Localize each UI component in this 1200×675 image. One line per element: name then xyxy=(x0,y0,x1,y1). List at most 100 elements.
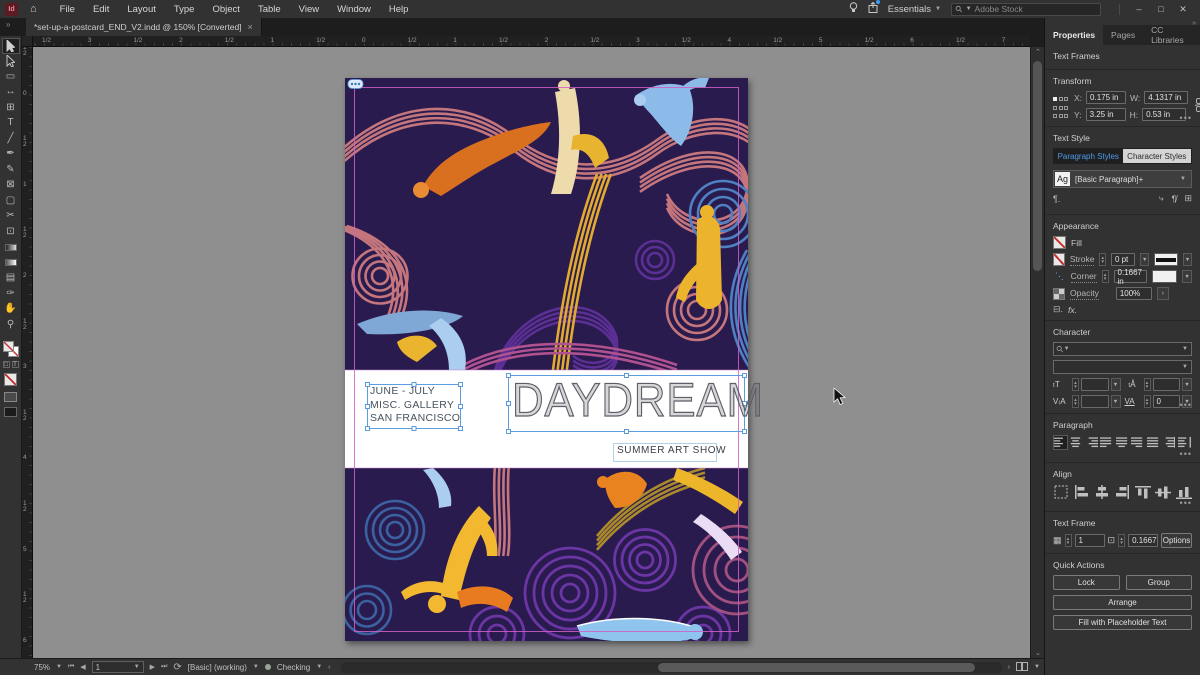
discover-lightbulb-icon[interactable] xyxy=(849,2,858,16)
content-collector-tool[interactable]: ⊞ xyxy=(2,100,20,116)
group-button[interactable]: Group xyxy=(1125,575,1192,590)
share-icon[interactable] xyxy=(868,0,880,16)
lock-button[interactable]: Lock xyxy=(1053,575,1120,590)
scissors-tool[interactable]: ✂ xyxy=(2,209,20,225)
panel-collapse-icon[interactable]: » xyxy=(1192,20,1196,27)
font-family-dropdown[interactable]: ⚲ ▼ ▼ xyxy=(1053,342,1192,356)
summer-art-show-text-frame[interactable]: SUMMER ART SHOW xyxy=(617,445,726,456)
tab-overflow-icon[interactable]: » xyxy=(6,20,10,29)
minimize-button[interactable]: – xyxy=(1128,4,1150,15)
align-right-icon[interactable] xyxy=(1084,435,1099,450)
character-more-icon[interactable]: ••• xyxy=(1180,400,1192,410)
arrange-button[interactable]: Arrange xyxy=(1053,595,1192,610)
close-button[interactable]: ✕ xyxy=(1172,4,1194,15)
formatting-container-icon[interactable]: □ xyxy=(2,360,10,368)
gradient-feather-tool[interactable] xyxy=(2,255,20,271)
kerning-stepper[interactable]: ▲ ▼ xyxy=(1072,395,1079,408)
rectangle-tool[interactable]: ▢ xyxy=(2,193,20,209)
hscroll-right-icon[interactable]: › xyxy=(1008,664,1010,671)
opacity-input[interactable]: 100% xyxy=(1115,287,1152,300)
canvas-horizontal-scrollbar[interactable] xyxy=(340,661,1002,673)
preflight-status[interactable]: Checking xyxy=(277,663,310,672)
justify-last-left-icon[interactable] xyxy=(1100,435,1115,450)
gradient-swatch-tool[interactable] xyxy=(2,240,20,256)
pen-tool[interactable]: ✒ xyxy=(2,147,20,163)
panel-tab-cc-libraries[interactable]: CC Libraries xyxy=(1143,25,1200,45)
free-transform-tool[interactable]: ⊡ xyxy=(2,224,20,240)
scroll-up-icon[interactable]: ⌃ xyxy=(1031,48,1045,56)
leading-dropdown-icon[interactable]: ▼ xyxy=(1182,378,1192,391)
transform-more-icon[interactable]: ••• xyxy=(1180,113,1192,123)
prev-page-icon[interactable]: ◀ xyxy=(80,663,85,671)
first-page-icon[interactable]: ⏮ xyxy=(68,663,74,671)
font-style-dropdown[interactable]: ▼ xyxy=(1053,360,1192,374)
stroke-style-dropdown-icon[interactable]: ▼ xyxy=(1182,253,1193,266)
stroke-weight-input[interactable]: 0 pt xyxy=(1110,253,1136,266)
opacity-expand-icon[interactable]: › xyxy=(1156,287,1169,300)
fill-stroke-swatches[interactable] xyxy=(2,340,19,357)
fill-with-placeholder-text-button[interactable]: Fill with Placeholder Text xyxy=(1053,615,1192,630)
menu-table[interactable]: Table xyxy=(249,2,290,17)
align-left-icon[interactable] xyxy=(1053,435,1068,450)
menu-layout[interactable]: Layout xyxy=(118,2,165,17)
canvas-vertical-scrollbar[interactable]: ⌃ ⌄ xyxy=(1030,47,1044,658)
gutter-input[interactable]: 0.1667 xyxy=(1128,534,1159,547)
preview-mode-icon[interactable] xyxy=(4,406,17,417)
opacity-label[interactable]: Opacity xyxy=(1070,288,1099,300)
workspace-switcher[interactable]: Essentials ▼ xyxy=(888,4,941,15)
paragraph-more-icon[interactable]: ••• xyxy=(1180,449,1192,459)
tracking-stepper[interactable]: ▲ ▼ xyxy=(1143,395,1151,408)
tab-close-icon[interactable]: × xyxy=(248,22,253,32)
align-horizontal-centers-icon[interactable] xyxy=(1094,484,1110,499)
stroke-weight-dropdown-icon[interactable]: ▼ xyxy=(1140,253,1150,266)
tracking-input[interactable]: 0 xyxy=(1152,395,1180,408)
menu-type[interactable]: Type xyxy=(165,2,204,17)
menu-view[interactable]: View xyxy=(290,2,328,17)
redefine-style-icon[interactable]: ⤷ xyxy=(1159,193,1164,204)
screen-mode-icon[interactable] xyxy=(4,391,17,402)
align-to-selection-icon[interactable] xyxy=(1053,484,1069,499)
stroke-style-preview[interactable] xyxy=(1154,253,1178,266)
next-page-icon[interactable]: ▶ xyxy=(150,663,155,671)
kerning-input[interactable] xyxy=(1081,395,1109,408)
daydream-title-text-frame[interactable]: DAYDREAM xyxy=(511,372,764,427)
apply-none-swatch[interactable] xyxy=(4,372,17,386)
justify-last-center-icon[interactable] xyxy=(1115,435,1130,450)
reference-point-grid[interactable] xyxy=(1053,97,1068,121)
preflight-dropdown-icon[interactable]: ▼ xyxy=(253,664,259,670)
page-tool[interactable]: ▭ xyxy=(2,69,20,85)
hscroll-left-icon[interactable]: ‹ xyxy=(328,664,330,671)
document-tab[interactable]: *set-up-a-postcard_END_V2.indd @ 150% [C… xyxy=(26,18,262,36)
font-size-dropdown-icon[interactable]: ▼ xyxy=(1110,378,1121,391)
align-top-edges-icon[interactable] xyxy=(1134,484,1151,499)
eyedropper-tool[interactable]: ✑ xyxy=(2,286,20,302)
zoom-dropdown-icon[interactable]: ▼ xyxy=(56,664,62,670)
corner-input[interactable]: 0.1667 in xyxy=(1113,268,1147,286)
preflight-icon[interactable]: ⟳ xyxy=(173,662,181,673)
selection-tool[interactable] xyxy=(1,38,20,54)
horizontal-ruler[interactable]: 1/2 3 1/2 2 1/2 1 1/2 0 1/2 1 1/2 2 1/2 3 1/2 4 1/2 5 1/2 6… xyxy=(33,36,1030,47)
align-away-spine-icon[interactable] xyxy=(1177,435,1192,450)
formatting-text-icon[interactable]: T xyxy=(11,360,19,368)
constrain-proportions-icon[interactable] xyxy=(1194,98,1200,114)
paragraph-style-dropdown[interactable]: Ag [Basic Paragraph]+ ▼ xyxy=(1053,170,1192,188)
align-toward-spine-icon[interactable] xyxy=(1162,435,1177,450)
page-number-field[interactable]: 1 ▼ xyxy=(91,661,144,673)
leading-stepper[interactable]: ▲ ▼ xyxy=(1143,378,1151,391)
font-size-input[interactable] xyxy=(1081,378,1109,391)
w-input[interactable]: 4.1317 in xyxy=(1144,91,1189,104)
line-tool[interactable]: ╱ xyxy=(2,131,20,147)
columns-input[interactable]: 1 xyxy=(1074,534,1105,547)
document-canvas[interactable]: JUNE - JULY MISC. GALLERY SAN FRANCISCO DA… xyxy=(33,47,1030,658)
corner-label[interactable]: Corner xyxy=(1070,271,1097,283)
event-info-text-frame[interactable]: JUNE - JULY MISC. GALLERY SAN FRANCISCO xyxy=(370,385,462,426)
fill-swatch[interactable] xyxy=(1053,236,1066,249)
vertical-ruler[interactable]: 12 0 12 1 12 2 12 3 12 4 12 5 12 6 xyxy=(22,47,33,658)
corner-stepper[interactable]: ▲ ▼ xyxy=(1101,270,1109,283)
scroll-down-icon[interactable]: ⌄ xyxy=(1031,649,1045,657)
align-right-edges-icon[interactable] xyxy=(1114,484,1130,499)
kerning-dropdown-icon[interactable]: ▼ xyxy=(1110,395,1121,408)
leading-input[interactable] xyxy=(1152,378,1180,391)
align-center-icon[interactable] xyxy=(1069,435,1084,450)
zoom-tool[interactable]: ⚲ xyxy=(2,317,20,333)
